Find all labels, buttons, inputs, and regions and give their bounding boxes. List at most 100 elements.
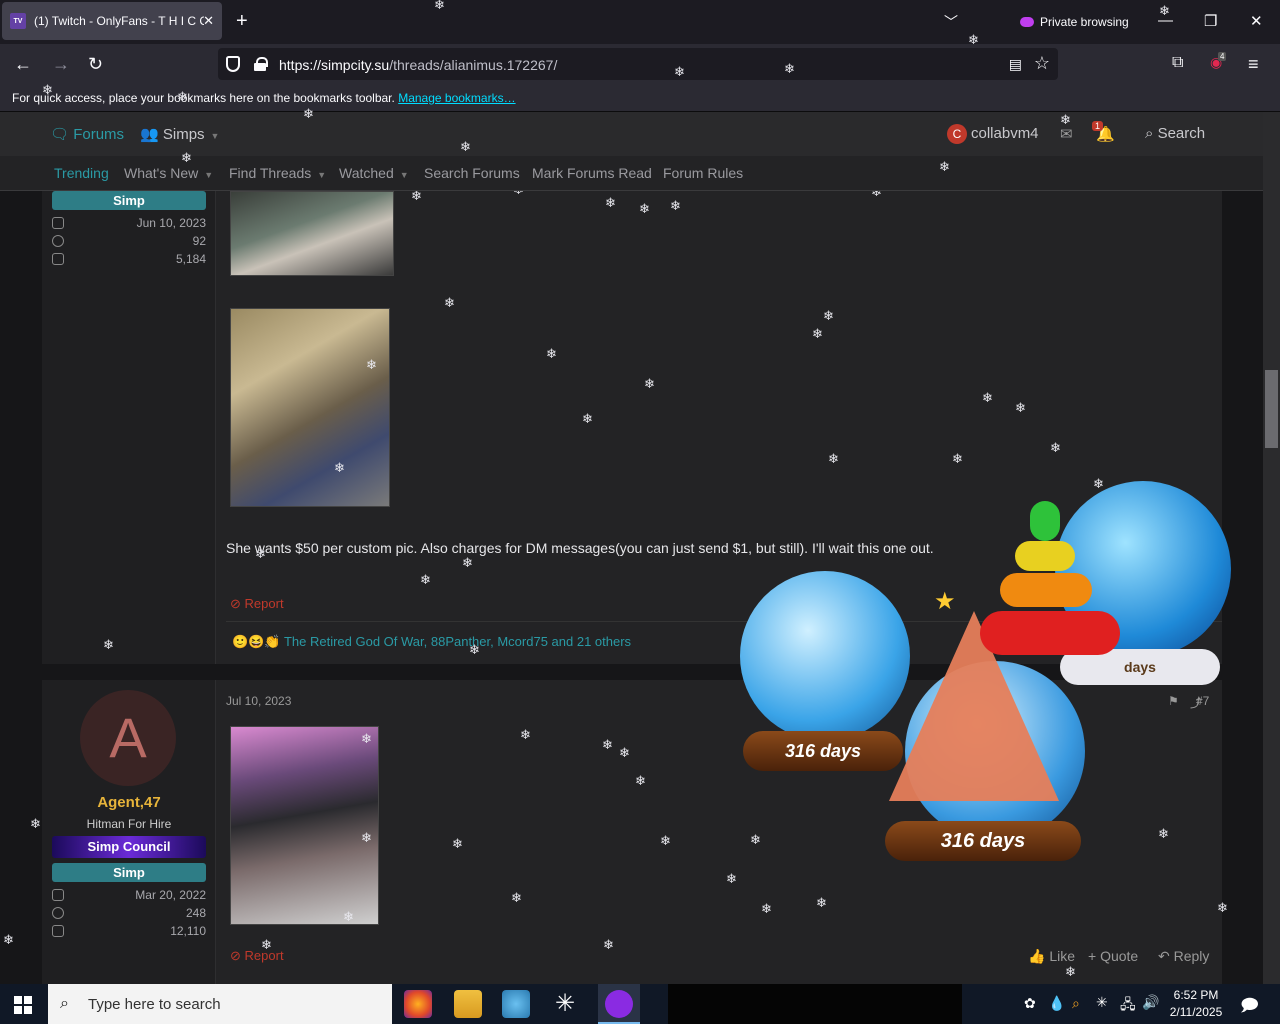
inbox-icon[interactable]: ✉	[1060, 125, 1073, 143]
search-icon: ⌕	[60, 995, 69, 1012]
reactions-stat: 12,110	[52, 923, 206, 941]
reader-view-icon[interactable]: ▤	[1009, 56, 1022, 73]
tray-star-icon[interactable]: ✳	[1096, 994, 1108, 1011]
message-icon	[52, 907, 64, 919]
page-scrollbar[interactable]	[1263, 112, 1280, 984]
maximize-button[interactable]: ❐	[1204, 12, 1217, 30]
image-thumbnail[interactable]	[230, 726, 379, 925]
private-mask-icon	[1020, 17, 1034, 27]
reaction-emoji-icons: 🙂😆👏	[232, 634, 281, 649]
site-header: 🗨 Forums 👥 Simps ▼ C collabvm4 ✉ 🔔 1 ⌕ Se…	[0, 112, 1263, 156]
network-icon[interactable]: 🖧	[1120, 994, 1136, 1018]
notifications-icon[interactable]: 🗩	[1240, 993, 1259, 1022]
report-link[interactable]: ⊘ Report	[230, 948, 284, 964]
post-date[interactable]: Jul 10, 2023	[226, 694, 291, 708]
list-tabs-chevron-icon[interactable]: ﹀	[944, 12, 958, 32]
message-icon	[52, 235, 64, 247]
reply-icon: ↶	[1158, 948, 1170, 964]
reply-button[interactable]: ↶ Reply	[1158, 948, 1209, 965]
close-window-button[interactable]: ✕	[1250, 12, 1263, 30]
system-clock[interactable]: 6:52 PM 2/11/2025	[1164, 987, 1228, 1021]
reload-button[interactable]: ↻	[88, 54, 103, 75]
subnav-trending[interactable]: Trending	[54, 165, 109, 181]
user-icon	[52, 889, 64, 901]
messages-stat: 92	[52, 233, 206, 251]
taskbar-search-box[interactable]: ⌕ Type here to search	[48, 984, 392, 1024]
scrollbar-thumb[interactable]	[1265, 370, 1278, 448]
snowglobe-icon	[740, 571, 910, 741]
messages-stat: 248	[52, 905, 206, 923]
tab-bar: TV (1) Twitch - OnlyFans - T H I C C ✕ +…	[0, 0, 1280, 44]
tab-close-icon[interactable]: ✕	[203, 13, 214, 29]
author-title: Hitman For Hire	[86, 817, 172, 831]
twitch-favicon-icon: TV	[10, 13, 26, 29]
firefox-private-taskbar-icon[interactable]	[598, 984, 640, 1024]
tray-search-icon[interactable]: ⌕	[1072, 995, 1080, 1012]
forward-button[interactable]: →	[52, 54, 70, 75]
image-thumbnail[interactable]	[230, 308, 390, 507]
subnav-forum-rules[interactable]: Forum Rules	[663, 165, 743, 181]
users-icon: 👥	[140, 126, 159, 143]
image-thumbnail[interactable]	[230, 191, 394, 276]
joined-stat: Mar 20, 2022	[52, 887, 206, 905]
alert-count-badge: 1	[1092, 121, 1104, 131]
url-bar[interactable]: https://simpcity.su/threads/alianimus.17…	[218, 48, 1058, 80]
quote-button[interactable]: + Quote	[1088, 948, 1138, 964]
minimize-button[interactable]: —	[1158, 12, 1173, 29]
globe-days-label: 316 days	[743, 731, 903, 771]
thread-content: Simp Jun 10, 2023 92 5,184 She wants $50…	[0, 191, 1263, 984]
extension-badge: 4	[1218, 52, 1227, 61]
windows-taskbar: ⌕ Type here to search ✳ ✿ 💧 ⌕ ✳ 🖧 🔊 6:52…	[0, 984, 1280, 1024]
file-explorer-taskbar-icon[interactable]	[454, 990, 482, 1018]
tray-drop-icon[interactable]: 💧	[1048, 995, 1065, 1012]
private-browsing-indicator: Private browsing	[1020, 15, 1129, 29]
clock-date: 2/11/2025	[1169, 1005, 1223, 1019]
author-username[interactable]: Agent,47	[42, 794, 216, 811]
author-avatar[interactable]: A	[80, 690, 176, 786]
app-menu-icon[interactable]: ≡	[1248, 54, 1259, 75]
report-icon: ⊘	[230, 596, 241, 611]
sub-navigation: Trending What's New ▼ Find Threads ▼ Watch…	[0, 156, 1263, 191]
globe-days-label: 316 days	[885, 821, 1081, 861]
reactions-stat: 5,184	[52, 251, 206, 269]
app-star-taskbar-icon[interactable]: ✳	[551, 990, 579, 1018]
back-button[interactable]: ←	[14, 54, 32, 75]
subnav-find-threads[interactable]: Find Threads ▼	[229, 165, 326, 181]
bookmark-star-icon[interactable]: ☆	[1034, 53, 1050, 74]
forums-chat-icon: 🗨	[50, 126, 70, 143]
forums-nav[interactable]: 🗨 Forums	[50, 125, 124, 143]
volume-icon[interactable]: 🔊	[1142, 994, 1159, 1011]
subnav-mark-forums-read[interactable]: Mark Forums Read	[532, 165, 652, 181]
user-icon	[52, 217, 64, 229]
search-icon: ⌕	[1145, 125, 1154, 142]
bookmarks-hint: For quick access, place your bookmarks h…	[12, 91, 516, 105]
windows-start-icon[interactable]	[14, 996, 32, 1014]
report-link[interactable]: ⊘ Report	[230, 596, 284, 612]
tracking-protection-shield-icon[interactable]	[226, 56, 240, 72]
like-button[interactable]: 👍 Like	[1028, 948, 1075, 965]
username-link[interactable]: collabvm4	[971, 125, 1039, 142]
tray-app-icon[interactable]: ✿	[1024, 995, 1036, 1012]
tab-active[interactable]: TV (1) Twitch - OnlyFans - T H I C C ✕	[2, 2, 222, 40]
firefox-taskbar-icon[interactable]	[404, 990, 432, 1018]
site-search-button[interactable]: ⌕ Search	[1145, 125, 1205, 142]
new-tab-button[interactable]: +	[236, 10, 248, 33]
report-icon: ⊘	[230, 948, 241, 963]
extensions-icon[interactable]: ⧉	[1172, 54, 1183, 72]
simps-nav[interactable]: 👥 Simps ▼	[140, 125, 219, 143]
lock-icon[interactable]	[254, 57, 268, 71]
thumbs-up-icon: 👍	[1028, 948, 1046, 964]
christmas-snowglobe-overlay[interactable]: days 316 days ★ 316 days	[735, 481, 1235, 901]
user-avatar[interactable]: C	[947, 124, 967, 144]
post-author-sidebar: Simp Jun 10, 2023 92 5,184	[42, 191, 216, 664]
subnav-whats-new[interactable]: What's New ▼	[124, 165, 213, 181]
clock-time: 6:52 PM	[1173, 988, 1219, 1002]
people-app-taskbar-icon[interactable]	[502, 990, 530, 1018]
thumbs-up-icon	[52, 925, 64, 937]
subnav-watched[interactable]: Watched ▼	[339, 165, 409, 181]
user-badge-simp: Simp	[52, 191, 206, 210]
url-text[interactable]: https://simpcity.su/threads/alianimus.17…	[279, 57, 557, 73]
subnav-search-forums[interactable]: Search Forums	[424, 165, 520, 181]
manage-bookmarks-link[interactable]: Manage bookmarks…	[398, 91, 515, 105]
reactions-summary[interactable]: 🙂😆👏 The Retired God Of War, 88Panther, M…	[232, 634, 631, 650]
